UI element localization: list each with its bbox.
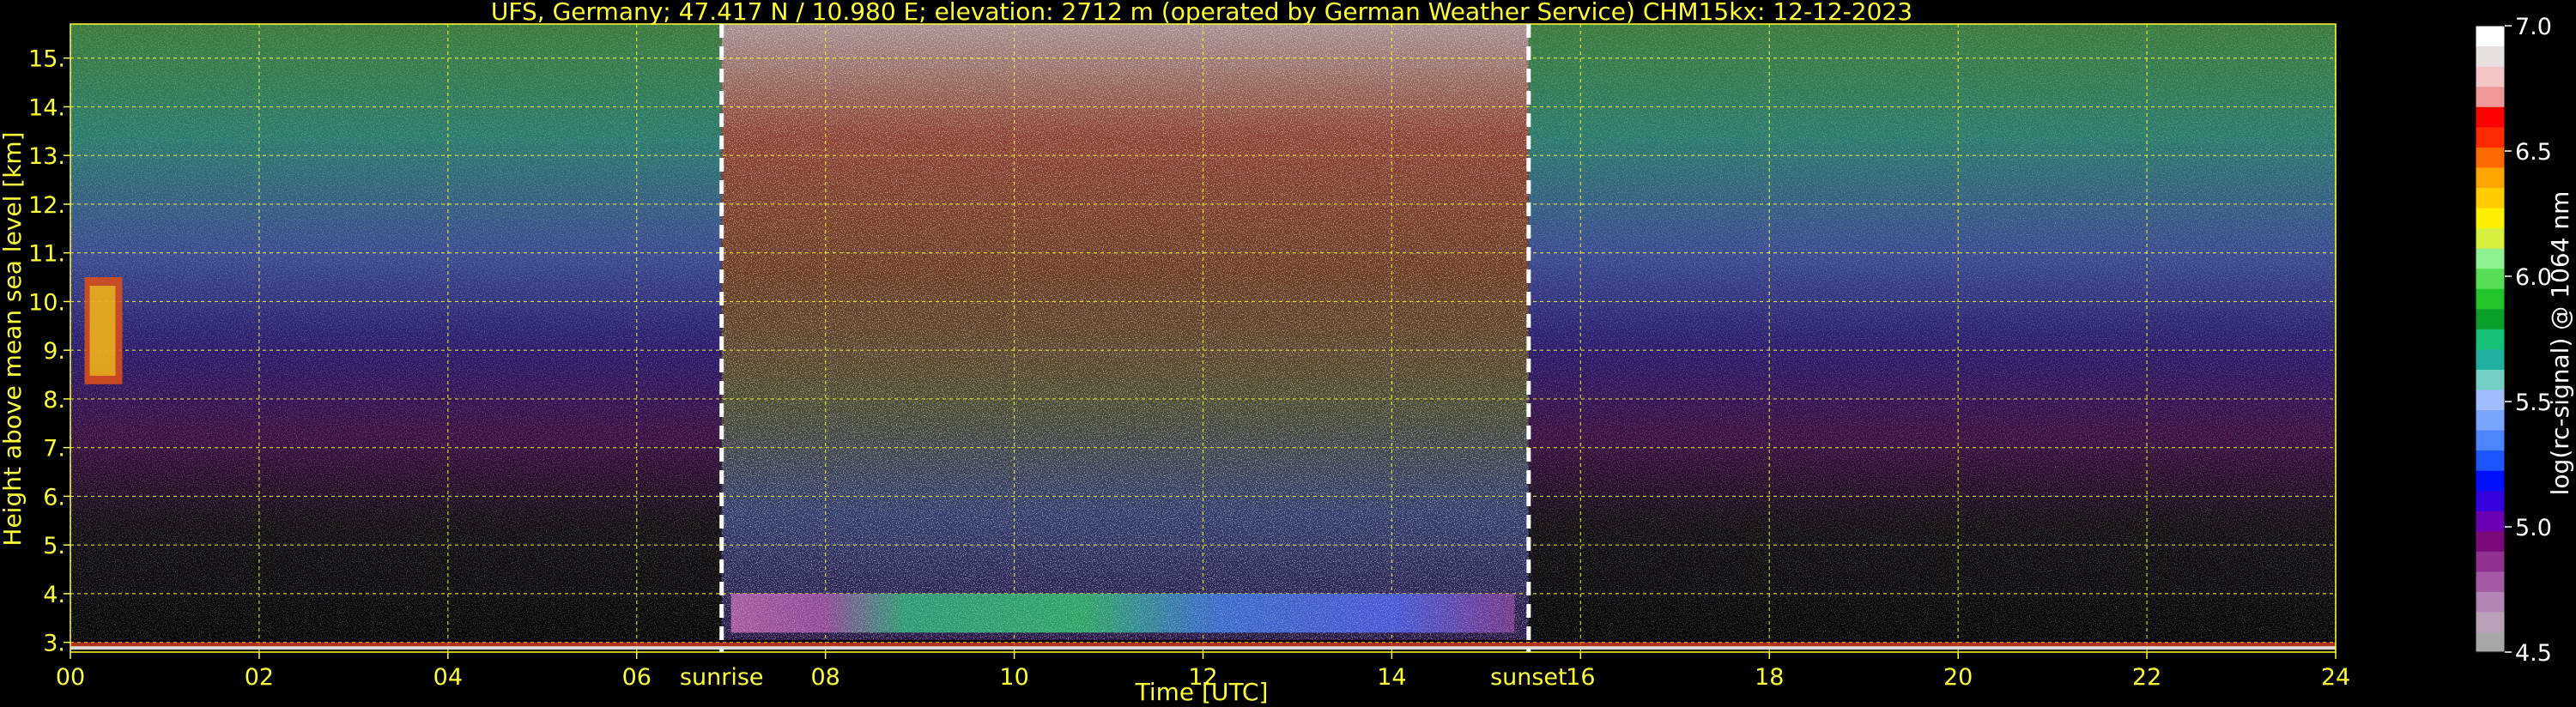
- cloud-core: [89, 286, 116, 376]
- colorbar-segment: [2476, 126, 2505, 148]
- colorbar-segment: [2476, 86, 2505, 107]
- y-tick-label: 3.: [43, 631, 65, 657]
- colorbar-segment: [2476, 329, 2505, 350]
- y-tick-label: 12.: [28, 192, 65, 219]
- colorbar-segment: [2476, 66, 2505, 88]
- colorbar-segment: [2476, 288, 2505, 310]
- colorbar-segment: [2476, 611, 2505, 633]
- colorbar-segment: [2476, 450, 2505, 471]
- colorbar-segment: [2476, 511, 2505, 532]
- surface-return: [70, 642, 2336, 647]
- colorbar-segment: [2476, 571, 2505, 592]
- x-tick-label: 22: [2132, 664, 2161, 691]
- colorbar-segment: [2476, 45, 2505, 67]
- colorbar-tick-label: 6.5: [2515, 139, 2552, 166]
- colorbar-segment: [2476, 591, 2505, 613]
- colorbar-segment: [2476, 470, 2505, 492]
- boundary-layer-texture: [730, 593, 1515, 633]
- y-tick-label: 10.: [28, 289, 65, 316]
- colorbar-segment: [2476, 308, 2505, 329]
- y-tick-label: 9.: [43, 338, 65, 365]
- colorbar-segment: [2476, 348, 2505, 370]
- x-tick-label: 02: [245, 664, 274, 691]
- colorbar-label: log(rc-signal) @ 1064 nm: [2546, 191, 2574, 496]
- colorbar-segment: [2476, 429, 2505, 451]
- colorbar-segment: [2476, 147, 2505, 168]
- colorbar-segment: [2476, 369, 2505, 390]
- colorbar-segment: [2476, 106, 2505, 128]
- noise-speckle: [1528, 24, 2336, 652]
- x-tick-label: 08: [810, 664, 839, 691]
- y-tick-label: 13.: [28, 143, 65, 170]
- colorbar-tick-label: 4.5: [2515, 640, 2552, 667]
- x-tick-label: 06: [622, 664, 652, 691]
- colorbar-segment: [2476, 268, 2505, 289]
- y-tick-label: 11.: [28, 241, 65, 268]
- y-tick-label: 6.: [43, 484, 65, 511]
- x-tick-label: 18: [1755, 664, 1784, 691]
- sun-annotation: sunrise: [680, 664, 764, 691]
- colorbar-segment: [2476, 187, 2505, 208]
- chart-title: UFS, Germany; 47.417 N / 10.980 E; eleva…: [491, 0, 1912, 26]
- colorbar-segment: [2476, 248, 2505, 269]
- y-ticks: 3. 4. 5. 6. 7. 8. 9. 10. 11. 12. 13. 14. 15.: [28, 46, 70, 657]
- colorbar-segment: [2476, 389, 2505, 411]
- colorbar-segment: [2476, 409, 2505, 431]
- colorbar-segment: [2476, 227, 2505, 249]
- colorbar-segment: [2476, 26, 2505, 47]
- noise-speckle: [70, 24, 722, 652]
- y-tick-label: 7.: [43, 436, 65, 462]
- x-tick-label: 16: [1566, 664, 1595, 691]
- colorbar-ticks: 4.55.05.56.06.57.0: [2505, 14, 2552, 667]
- y-tick-label: 8.: [43, 387, 65, 414]
- x-tick-label: 04: [433, 664, 463, 691]
- y-tick-label: 15.: [28, 46, 65, 73]
- noise-speckle: [721, 24, 1529, 652]
- colorbar-segment: [2476, 490, 2505, 511]
- x-axis-label: Time [UTC]: [1135, 678, 1269, 706]
- colorbar-segment: [2476, 631, 2505, 653]
- x-tick-label: 00: [56, 664, 85, 691]
- colorbar-segment: [2476, 551, 2505, 572]
- y-tick-label: 4.: [43, 582, 65, 608]
- colorbar: [2475, 25, 2506, 653]
- colorbar-tick-label: 5.0: [2515, 515, 2552, 541]
- colorbar-segment: [2476, 207, 2505, 229]
- sun-annotation: sunset: [1490, 664, 1567, 691]
- y-axis-label: Height above mean sea level [km]: [0, 131, 27, 546]
- colorbar-segment: [2476, 530, 2505, 552]
- x-tick-label: 10: [999, 664, 1028, 691]
- ceilometer-chart: 00 02 04 06 08 10 12 14 16 18 20 22 24 3.4.5.6.7.8.9…: [0, 0, 2574, 706]
- colorbar-segment: [2476, 166, 2505, 188]
- x-tick-label: 20: [1943, 664, 1973, 691]
- x-tick-label: 24: [2321, 664, 2350, 691]
- plot-background: [70, 24, 2336, 652]
- y-tick-label: 14.: [28, 94, 65, 121]
- surface-return-top: [70, 646, 2336, 650]
- colorbar-tick-label: 7.0: [2515, 14, 2552, 40]
- y-tick-label: 5.: [43, 533, 65, 559]
- x-tick-label: 14: [1377, 664, 1406, 691]
